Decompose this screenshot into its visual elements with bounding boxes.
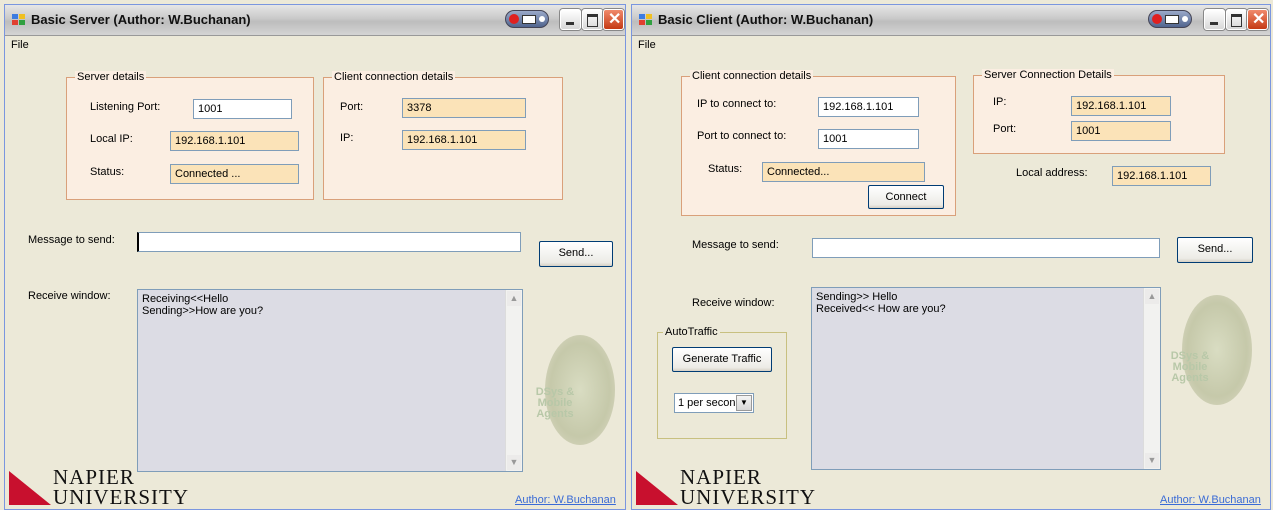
server-ip-field: 192.168.1.101: [1071, 96, 1171, 116]
group-title: Client connection details: [690, 70, 814, 82]
napier-logo-icon: [9, 471, 51, 505]
napier-logo-text: NAPIER UNIVERSITY: [680, 465, 816, 509]
receive-line: Receiving<<Hello: [142, 293, 229, 305]
receive-window[interactable]: Sending>> Hello Received<< How are you? …: [811, 287, 1161, 470]
server-details-group: Server details Listening Port: 1001 Loca…: [66, 71, 314, 200]
message-label: Message to send:: [692, 239, 779, 251]
menu-file[interactable]: File: [11, 39, 29, 51]
send-button[interactable]: Send...: [1177, 237, 1253, 263]
receive-scrollbar[interactable]: ▲ ▼: [505, 290, 522, 471]
window-title: Basic Client (Author: W.Buchanan): [658, 12, 874, 27]
app-icon: [639, 14, 653, 26]
client-connection-group: Client connection details Port: 3378 IP:…: [323, 71, 563, 200]
scroll-up-icon[interactable]: ▲: [1145, 289, 1159, 304]
client-window: Basic Client (Author: W.Buchanan) ✕ File…: [631, 4, 1271, 510]
screen-record-icon[interactable]: [505, 10, 549, 28]
autotraffic-group: AutoTraffic Generate Traffic 1 per secon…: [657, 326, 787, 439]
listening-port-input[interactable]: 1001: [193, 99, 292, 119]
screen-record-icon[interactable]: [1148, 10, 1192, 28]
app-icon: [12, 14, 26, 26]
receive-line: Received<< How are you?: [816, 303, 946, 315]
receive-label: Receive window:: [28, 290, 111, 302]
generate-traffic-button[interactable]: Generate Traffic: [672, 347, 772, 372]
server-window: Basic Server (Author: W.Buchanan) ✕ File…: [4, 4, 626, 510]
local-ip-label: Local IP:: [90, 133, 133, 145]
dsys-watermark: DSys & Mobile Agents: [1170, 350, 1210, 384]
local-ip-field: 192.168.1.101: [170, 131, 299, 151]
client-connection-group: Client connection details IP to connect …: [681, 70, 956, 216]
send-button[interactable]: Send...: [539, 241, 613, 267]
client-port-label: Port:: [340, 101, 364, 113]
local-address-label: Local address:: [1016, 167, 1088, 179]
server-titlebar[interactable]: Basic Server (Author: W.Buchanan) ✕: [5, 5, 625, 36]
group-title: Server Connection Details: [982, 69, 1114, 81]
status-label: Status:: [90, 166, 125, 178]
port-to-connect-label: Port to connect to:: [697, 130, 787, 142]
menu-file[interactable]: File: [638, 39, 656, 51]
status-field: Connected...: [762, 162, 925, 182]
receive-line: Sending>> Hello: [816, 291, 898, 303]
maximize-button[interactable]: [1226, 9, 1247, 30]
dsys-watermark: DSys & Mobile Agents: [535, 386, 575, 420]
traffic-rate-value: 1 per second: [678, 397, 742, 409]
port-to-connect-input[interactable]: 1001: [818, 129, 919, 149]
close-button[interactable]: ✕: [603, 9, 624, 30]
server-ip-label: IP:: [993, 96, 1007, 108]
group-title: Server details: [75, 71, 147, 83]
scroll-up-icon[interactable]: ▲: [507, 291, 521, 306]
local-address-field: 192.168.1.101: [1112, 166, 1211, 186]
menu-bar: File: [5, 36, 625, 54]
author-link[interactable]: Author: W.Buchanan: [1160, 494, 1261, 506]
group-title: AutoTraffic: [663, 326, 720, 338]
server-connection-group: Server Connection Details IP: 192.168.1.…: [973, 69, 1225, 154]
napier-logo-text: NAPIER UNIVERSITY: [53, 465, 189, 509]
group-title: Client connection details: [332, 71, 456, 83]
client-port-field: 3378: [402, 98, 526, 118]
author-link[interactable]: Author: W.Buchanan: [515, 494, 616, 506]
menu-bar: File: [632, 36, 1270, 54]
server-port-field: 1001: [1071, 121, 1171, 141]
minimize-button[interactable]: [560, 9, 581, 30]
ip-to-connect-label: IP to connect to:: [697, 98, 777, 110]
status-label: Status:: [708, 163, 743, 175]
connect-button[interactable]: Connect: [868, 185, 944, 209]
client-ip-field: 192.168.1.101: [402, 130, 526, 150]
message-input[interactable]: [137, 232, 521, 252]
status-field: Connected ...: [170, 164, 299, 184]
receive-window[interactable]: Receiving<<Hello Sending>>How are you? ▲…: [137, 289, 523, 472]
server-port-label: Port:: [993, 123, 1017, 135]
window-title: Basic Server (Author: W.Buchanan): [31, 12, 251, 27]
receive-line: Sending>>How are you?: [142, 305, 264, 317]
scroll-down-icon[interactable]: ▼: [1145, 453, 1159, 468]
receive-scrollbar[interactable]: ▲ ▼: [1143, 288, 1160, 469]
client-titlebar[interactable]: Basic Client (Author: W.Buchanan) ✕: [632, 5, 1270, 36]
close-button[interactable]: ✕: [1247, 9, 1268, 30]
napier-logo-icon: [636, 471, 678, 505]
maximize-button[interactable]: [582, 9, 603, 30]
message-input[interactable]: [812, 238, 1160, 258]
client-ip-label: IP:: [340, 132, 354, 144]
ip-to-connect-input[interactable]: 192.168.1.101: [818, 97, 919, 117]
scroll-down-icon[interactable]: ▼: [507, 455, 521, 470]
message-label: Message to send:: [28, 234, 115, 246]
minimize-button[interactable]: [1204, 9, 1225, 30]
receive-label: Receive window:: [692, 297, 775, 309]
traffic-rate-select[interactable]: 1 per second ▼: [674, 393, 754, 413]
listening-port-label: Listening Port:: [90, 101, 161, 113]
chevron-down-icon[interactable]: ▼: [736, 395, 752, 411]
